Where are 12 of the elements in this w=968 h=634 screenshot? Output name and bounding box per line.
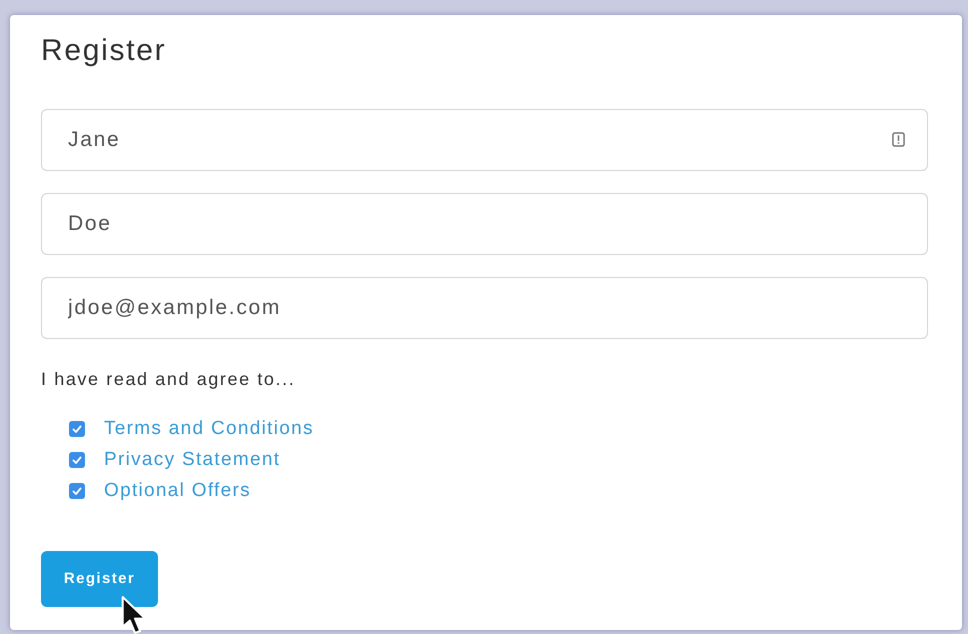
- form-title: Register: [41, 34, 166, 68]
- checkbox[interactable]: [69, 452, 85, 468]
- register-button[interactable]: Register: [41, 551, 158, 607]
- agreement-link[interactable]: Terms and Conditions: [104, 418, 314, 440]
- agreement-link[interactable]: Privacy Statement: [104, 449, 280, 471]
- checkbox[interactable]: [69, 421, 85, 437]
- input-field[interactable]: Jane: [41, 109, 928, 171]
- agreement-link[interactable]: Optional Offers: [104, 480, 251, 502]
- agreement-label: I have read and agree to...: [41, 368, 296, 390]
- checkbox[interactable]: [69, 483, 85, 499]
- exclamation-box-icon[interactable]: [892, 132, 905, 147]
- input-field[interactable]: Doe: [41, 193, 928, 255]
